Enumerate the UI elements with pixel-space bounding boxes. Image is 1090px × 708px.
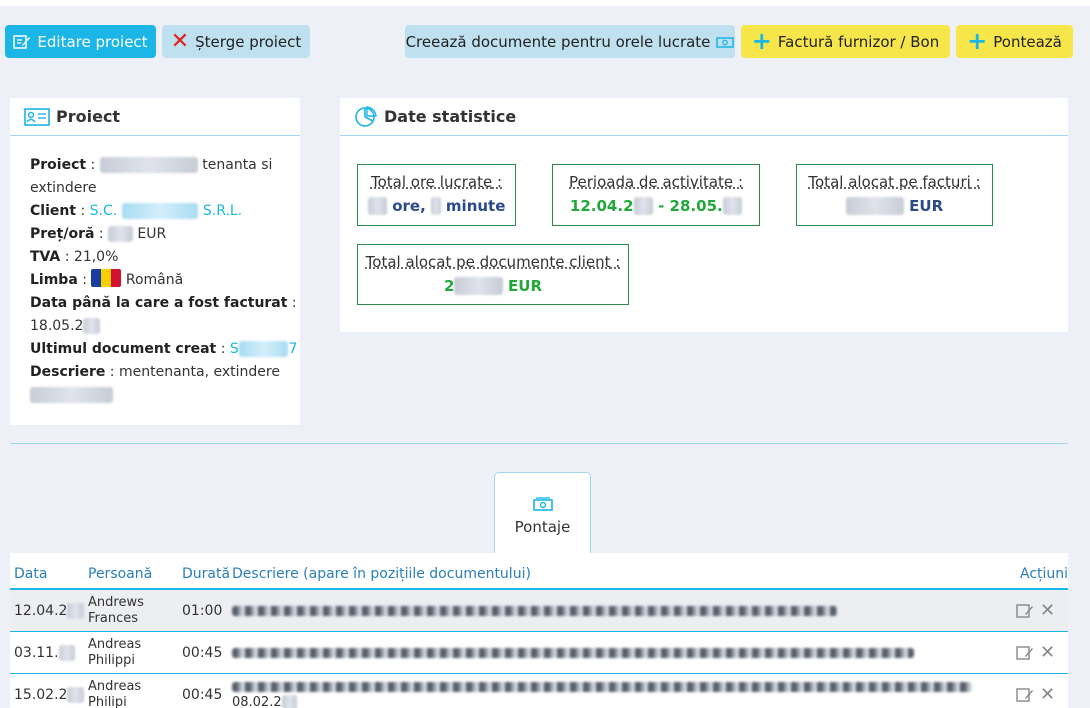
delete-icon[interactable]: ✕ bbox=[1040, 684, 1055, 705]
hours-worked-box: Total ore lucrate : xx ore, x minute bbox=[357, 164, 516, 226]
client-link[interactable]: S.C. XXXXXXXX S.R.L. bbox=[90, 203, 242, 219]
column-header-actions: Acțiuni bbox=[1020, 566, 1069, 582]
invoiced-row: Data până la care a fost facturat : bbox=[30, 295, 297, 311]
delete-project-button[interactable]: ✕ Șterge proiect bbox=[162, 25, 310, 58]
row-person: Andreas Philippi bbox=[88, 636, 142, 668]
statistics-panel-header: Date statistice bbox=[340, 98, 1068, 136]
invoices-total-box: Total alocat pe facturi : xxxxxx EUR bbox=[796, 164, 993, 226]
create-documents-label: Creează documente pentru orele lucrate bbox=[405, 32, 711, 51]
romania-flag-icon bbox=[91, 269, 122, 287]
money-icon bbox=[716, 33, 735, 51]
row-date: 12.04.2xx bbox=[10, 602, 88, 619]
language-row: Limba : Română bbox=[30, 269, 300, 292]
tab-pontaje-label: Pontaje bbox=[514, 518, 571, 536]
row-duration: 01:00 bbox=[182, 602, 223, 619]
tabs-area: Pontaje bbox=[10, 443, 1068, 553]
create-documents-button[interactable]: Creează documente pentru orele lucrate bbox=[405, 25, 735, 58]
price-row: Preț/oră : xxx EUR bbox=[30, 226, 167, 242]
row-actions: ✕ bbox=[1016, 684, 1068, 705]
row-description bbox=[232, 603, 1016, 619]
row-description: 08.02.2xx bbox=[232, 679, 1016, 708]
top-bar bbox=[0, 0, 1090, 6]
row-description bbox=[232, 645, 1016, 661]
tva-row: TVA : 21,0% bbox=[30, 249, 119, 265]
plus-icon: + bbox=[751, 26, 772, 55]
last-doc-link[interactable]: Sxxxxxx7 bbox=[230, 341, 297, 357]
row-actions: ✕ bbox=[1016, 642, 1068, 663]
project-name-row: Proiect : x m ad mm m tenanta si bbox=[30, 157, 273, 173]
money-icon bbox=[495, 493, 590, 512]
edit-project-label: Editare proiect bbox=[37, 32, 148, 51]
clock-in-label: Pontează bbox=[993, 32, 1062, 51]
close-icon: ✕ bbox=[170, 28, 190, 54]
statistics-panel: Date statistice Total ore lucrate : xx o… bbox=[340, 98, 1068, 332]
id-card-icon bbox=[24, 107, 50, 127]
column-header-date[interactable]: Data bbox=[10, 566, 88, 582]
invoiced-value-row: 18.05.2xx bbox=[30, 315, 300, 338]
supplier-invoice-label: Factură furnizor / Bon bbox=[777, 32, 940, 51]
row-actions: ✕ bbox=[1016, 600, 1068, 621]
plus-icon: + bbox=[967, 26, 988, 55]
row-duration: 00:45 bbox=[182, 644, 223, 661]
column-header-duration[interactable]: Durată bbox=[182, 566, 232, 582]
tab-pontaje[interactable]: Pontaje bbox=[494, 472, 591, 553]
clock-in-button[interactable]: + Pontează bbox=[956, 25, 1073, 58]
table-row[interactable]: 12.04.2xx AndrewsFrances 01:00 ✕ bbox=[10, 590, 1068, 632]
column-header-description[interactable]: Descriere (apare în pozițiile documentul… bbox=[232, 566, 1020, 582]
delete-icon[interactable]: ✕ bbox=[1040, 600, 1055, 621]
delete-icon[interactable]: ✕ bbox=[1040, 642, 1055, 663]
delete-project-label: Șterge proiect bbox=[195, 32, 302, 51]
column-header-person[interactable]: Persoană bbox=[88, 566, 182, 582]
project-panel-title: Proiect bbox=[56, 107, 121, 126]
row-duration: 00:45 bbox=[182, 686, 223, 703]
table-header: Data Persoană Durată Descriere (apare în… bbox=[10, 553, 1068, 590]
supplier-invoice-button[interactable]: + Factură furnizor / Bon bbox=[741, 25, 950, 58]
timesheet-table: Data Persoană Durată Descriere (apare în… bbox=[10, 553, 1068, 708]
table-row[interactable]: 15.02.2xx AndreasPhilipi 00:45 08.02.2xx… bbox=[10, 674, 1068, 708]
edit-icon bbox=[13, 33, 31, 51]
row-person: Andreas Philipi bbox=[88, 678, 142, 708]
pie-chart-icon bbox=[354, 105, 378, 128]
description-row: Descriere : mentenanta, extindere bbox=[30, 364, 280, 380]
project-name-row-2: extindere bbox=[30, 180, 97, 196]
row-date: 15.02.2xx bbox=[10, 686, 88, 703]
activity-period-box: Perioada de activitate : 12.04.2xx - 28.… bbox=[552, 164, 760, 226]
edit-icon[interactable] bbox=[1016, 600, 1034, 621]
row-date: 03.11.xx bbox=[10, 644, 88, 661]
project-panel-header: Proiect bbox=[10, 98, 300, 136]
row-person: Andrews Frances bbox=[88, 594, 144, 626]
project-panel: Proiect Proiect : x m ad mm m tenanta si… bbox=[10, 98, 300, 425]
table-row[interactable]: 03.11.xx AndreasPhilippi 00:45 ✕ bbox=[10, 632, 1068, 674]
edit-icon[interactable] bbox=[1016, 684, 1034, 705]
edit-project-button[interactable]: Editare proiect bbox=[5, 25, 156, 58]
client-docs-total-box: Total alocat pe documente client : 2xxxx… bbox=[357, 244, 629, 305]
statistics-panel-title: Date statistice bbox=[384, 107, 517, 126]
project-details: Proiect : x m ad mm m tenanta si extinde… bbox=[10, 136, 300, 407]
edit-icon[interactable] bbox=[1016, 642, 1034, 663]
description-row-2: xxxxxxxxxx bbox=[30, 384, 300, 407]
last-doc-row: Ultimul document creat : Sxxxxxx7 bbox=[30, 341, 298, 357]
client-row: Client : S.C. XXXXXXXX S.R.L. bbox=[30, 203, 243, 219]
